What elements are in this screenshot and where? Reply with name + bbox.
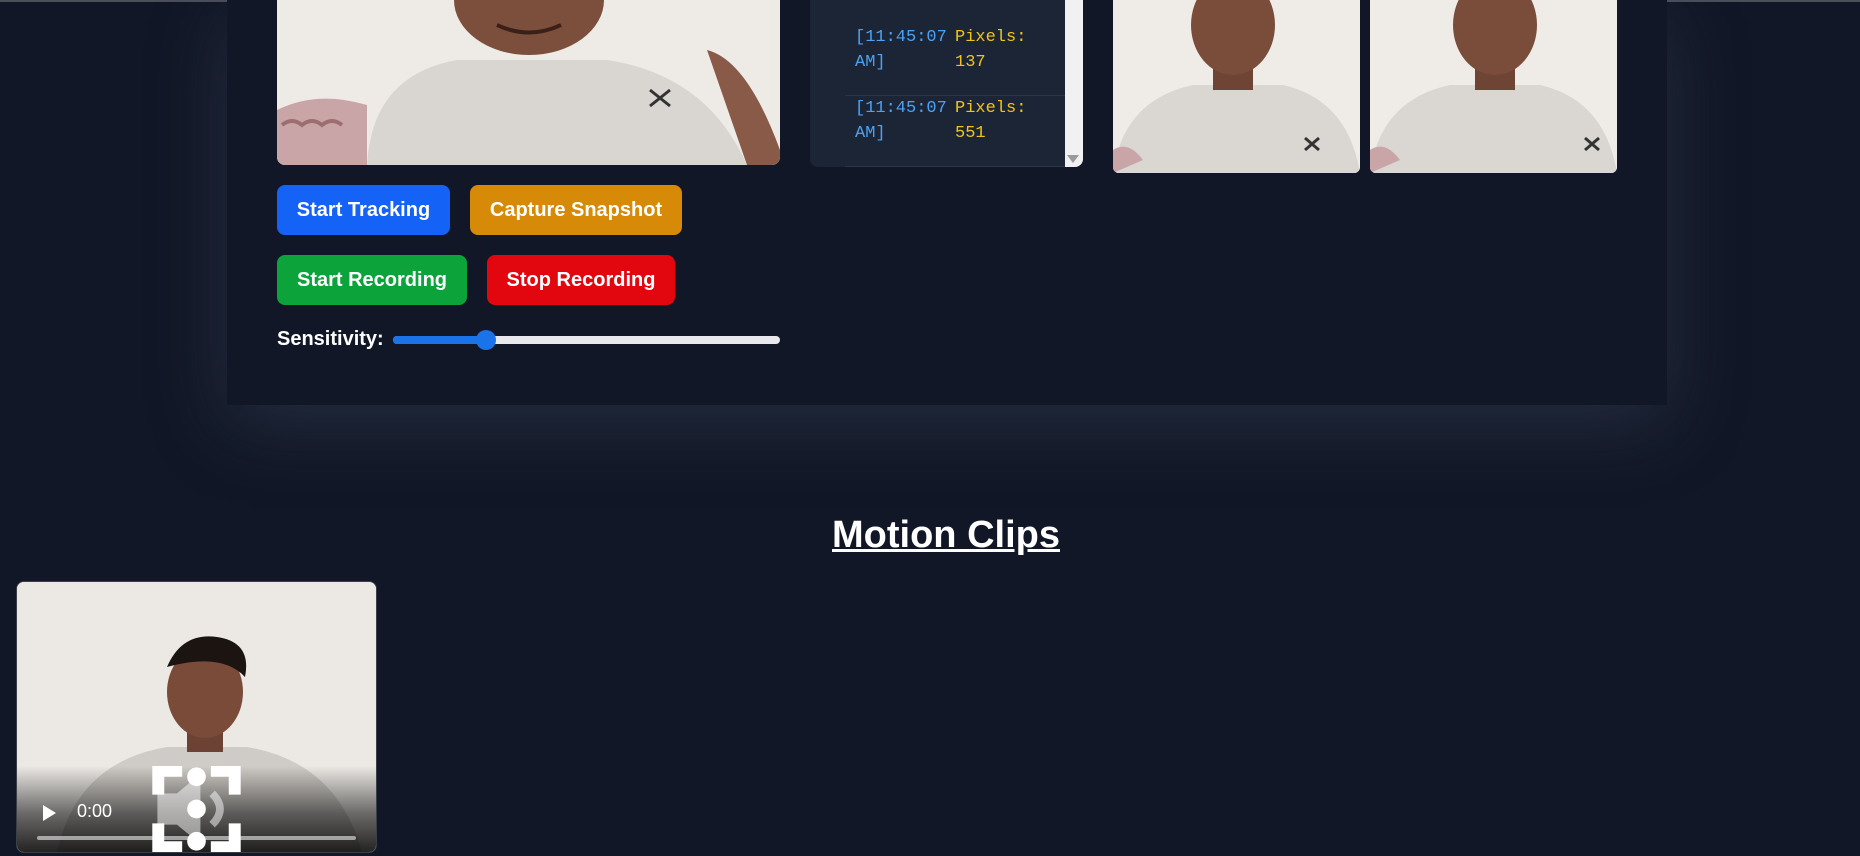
log-timestamp: [11:45:07 AM] (855, 28, 947, 72)
video-progress-bar[interactable] (37, 836, 356, 840)
capture-snapshot-button[interactable]: Capture Snapshot (470, 185, 682, 235)
motion-clips-heading: Motion Clips (832, 514, 1060, 556)
snapshot-thumbnail[interactable] (1113, 0, 1360, 173)
log-entry: [11:45:07 AM] Pixels: 551 (845, 96, 1081, 167)
video-controls: 0:00 (17, 766, 376, 852)
log-scrollbar[interactable] (1065, 0, 1083, 167)
start-recording-button[interactable]: Start Recording (277, 255, 467, 305)
motion-clip-video[interactable]: 0:00 (16, 581, 377, 853)
sensitivity-slider[interactable] (393, 330, 780, 350)
log-timestamp: [11:45:07 AM] (855, 99, 947, 143)
log-entry: [11:45:07 AM] Pixels: 137 (845, 25, 1081, 96)
sensitivity-label: Sensitivity: (277, 328, 384, 350)
scroll-down-arrow-icon[interactable] (1067, 155, 1079, 163)
sensitivity-slider-thumb[interactable] (475, 330, 496, 350)
live-camera-feed (277, 0, 780, 165)
snapshot-thumbnail[interactable] (1370, 0, 1617, 173)
start-tracking-button[interactable]: Start Tracking (277, 185, 450, 235)
log-message: Pixels: 551 (955, 99, 1027, 143)
log-message: Pixels: 137 (955, 28, 1027, 72)
stop-recording-button[interactable]: Stop Recording (487, 255, 675, 305)
activity-log[interactable]: [11:45:07 AM] Pixels: 137 [11:45:07 AM] … (810, 0, 1083, 167)
sensitivity-slider-fill (393, 336, 486, 344)
